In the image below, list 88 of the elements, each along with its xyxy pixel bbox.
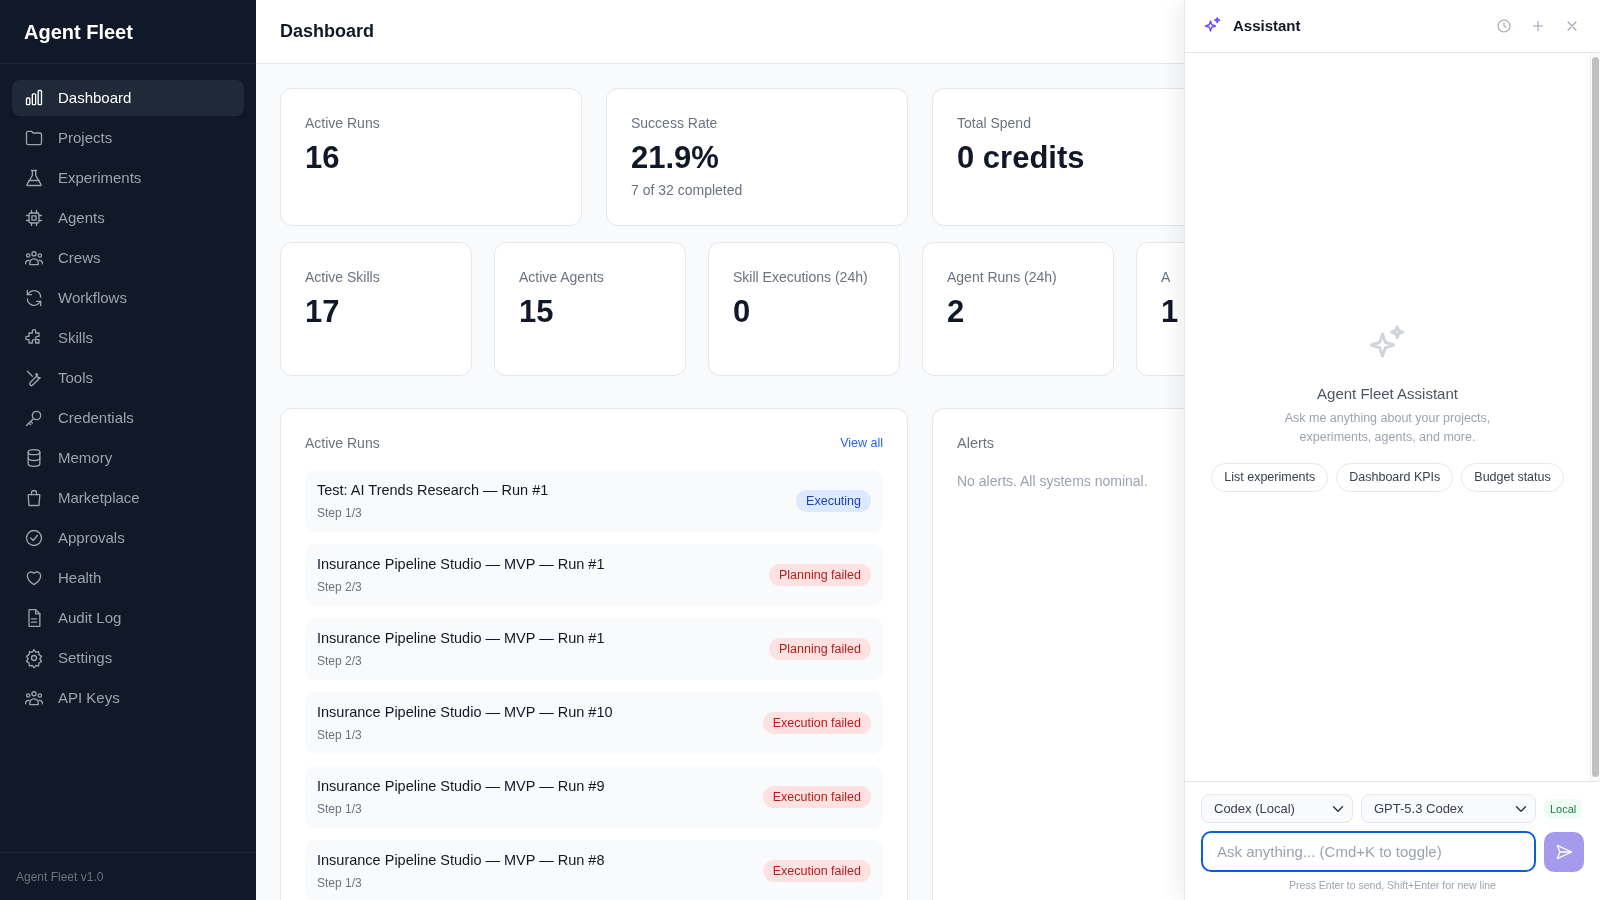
stat-label: Active Runs (305, 114, 380, 133)
people-icon (24, 248, 44, 268)
suggestion-chip[interactable]: Dashboard KPIs (1336, 462, 1454, 492)
suggestion-chip[interactable]: Budget status (1461, 462, 1564, 492)
status-badge: Planning failed (769, 637, 871, 661)
run-item[interactable]: Insurance Pipeline Studio — MVP — Run #9 Step 1/3 Execution failed (305, 766, 883, 828)
run-step: Step 1/3 (317, 799, 605, 818)
stat-label: A (1161, 268, 1171, 287)
stat-value: 15 (519, 293, 554, 331)
status-badge: Executing (796, 489, 871, 513)
sidebar-item[interactable]: Workflows (12, 280, 244, 316)
run-item[interactable]: Insurance Pipeline Studio — MVP — Run #1 Step 2/3 Planning failed (305, 618, 883, 680)
stat-value: 16 (305, 139, 340, 177)
sidebar-item[interactable]: Skills (12, 320, 244, 356)
stat-label: Active Skills (305, 268, 380, 287)
sidebar-item[interactable]: Marketplace (12, 480, 244, 516)
folder-icon (24, 128, 44, 148)
panel-title: Assistant (1233, 15, 1302, 36)
sidebar-item[interactable]: Audit Log (12, 600, 244, 636)
page-title: Dashboard (280, 20, 375, 43)
run-item[interactable]: Test: AI Trends Research — Run #1 Step 1/3 Executing (305, 470, 883, 532)
stat-label: Success Rate (631, 114, 718, 133)
flask-icon (24, 168, 44, 188)
sidebar-item[interactable]: Crews (12, 240, 244, 276)
run-name: Test: AI Trends Research — Run #1 (317, 481, 549, 501)
stat-value: 1 (1161, 293, 1179, 331)
sidebar-item[interactable]: Agents (12, 200, 244, 236)
run-item[interactable]: Insurance Pipeline Studio — MVP — Run #1 Step 2/3 Planning failed (305, 544, 883, 606)
stat-label: Active Agents (519, 268, 604, 287)
check-circle-icon (24, 528, 44, 548)
view-all-link[interactable]: View all (840, 434, 883, 453)
scrollbar-thumb[interactable] (1592, 57, 1599, 778)
status-badge: Execution failed (762, 711, 871, 735)
bar-chart-icon (24, 88, 44, 108)
sidebar-item[interactable]: Health (12, 560, 244, 596)
key-icon (24, 408, 44, 428)
model-dropdown[interactable]: GPT-5.3 Codex (1361, 794, 1536, 824)
stat-value: 0 credits (957, 139, 1085, 177)
sidebar-item[interactable]: Tools (12, 360, 244, 396)
chip-icon (24, 208, 44, 228)
sidebar-item[interactable]: API Keys (12, 680, 244, 716)
run-step: Step 1/3 (317, 503, 549, 522)
stat-label: Agent Runs (24h) (947, 268, 1057, 287)
panel-title: Alerts (957, 434, 995, 453)
stat-note: 7 of 32 completed (631, 181, 743, 201)
chat-input[interactable]: Ask anything... (Cmd+K to toggle) (1201, 831, 1536, 873)
settings-icon (24, 648, 44, 668)
sidebar-item[interactable]: Settings (12, 640, 244, 676)
status-badge: Planning failed (769, 563, 871, 587)
sidebar-item[interactable]: Credentials (12, 400, 244, 436)
sidebar-item[interactable]: Projects (12, 120, 244, 156)
people-icon (24, 688, 44, 708)
stat-value: 0 (733, 293, 751, 331)
empty-message: No alerts. All systems nominal. (957, 471, 1148, 491)
run-item[interactable]: Insurance Pipeline Studio — MVP — Run #8 Step 1/3 Execution failed (305, 840, 883, 900)
sidebar-item[interactable]: Dashboard (12, 80, 244, 116)
history-icon[interactable] (1496, 18, 1512, 34)
model-dropdown[interactable]: Codex (Local) (1201, 794, 1353, 824)
welcome-title: Agent Fleet Assistant (1317, 383, 1458, 404)
run-name: Insurance Pipeline Studio — MVP — Run #10 (317, 703, 613, 723)
refresh-icon (24, 288, 44, 308)
heart-icon (24, 568, 44, 588)
sidebar-item[interactable]: Experiments (12, 160, 244, 196)
plus-icon[interactable] (1530, 18, 1546, 34)
stat-label: Total Spend (957, 114, 1031, 133)
hint-text: Press Enter to send, Shift+Enter for new line (1288, 878, 1497, 894)
panel-title: Active Runs (305, 434, 380, 453)
status-badge: Local (1544, 798, 1583, 819)
run-name: Insurance Pipeline Studio — MVP — Run #1 (317, 555, 605, 575)
stat-value: 17 (305, 293, 340, 331)
stat-label: Skill Executions (24h) (733, 268, 868, 287)
run-name: Insurance Pipeline Studio — MVP — Run #8 (317, 851, 605, 871)
stat-value: 21.9% (631, 139, 719, 177)
welcome-text: Ask me anything about your projects, experiments, agents, and more. (1283, 410, 1492, 446)
status-badge: Execution failed (762, 859, 871, 883)
run-step: Step 1/3 (317, 873, 605, 892)
run-step: Step 2/3 (317, 577, 605, 596)
sidebar-item[interactable]: Memory (12, 440, 244, 476)
run-name: Insurance Pipeline Studio — MVP — Run #9 (317, 777, 605, 797)
sidebar-item[interactable]: Approvals (12, 520, 244, 556)
run-step: Step 2/3 (317, 651, 605, 670)
run-name: Insurance Pipeline Studio — MVP — Run #1 (317, 629, 605, 649)
run-item[interactable]: Insurance Pipeline Studio — MVP — Run #10 Step 1/3 Execution failed (305, 692, 883, 754)
status-badge: Execution failed (762, 785, 871, 809)
stat-value: 2 (947, 293, 965, 331)
run-step: Step 1/3 (317, 725, 613, 744)
suggestion-chip[interactable]: List experiments (1211, 462, 1329, 492)
version-text: Agent Fleet v1.0 (16, 868, 104, 886)
